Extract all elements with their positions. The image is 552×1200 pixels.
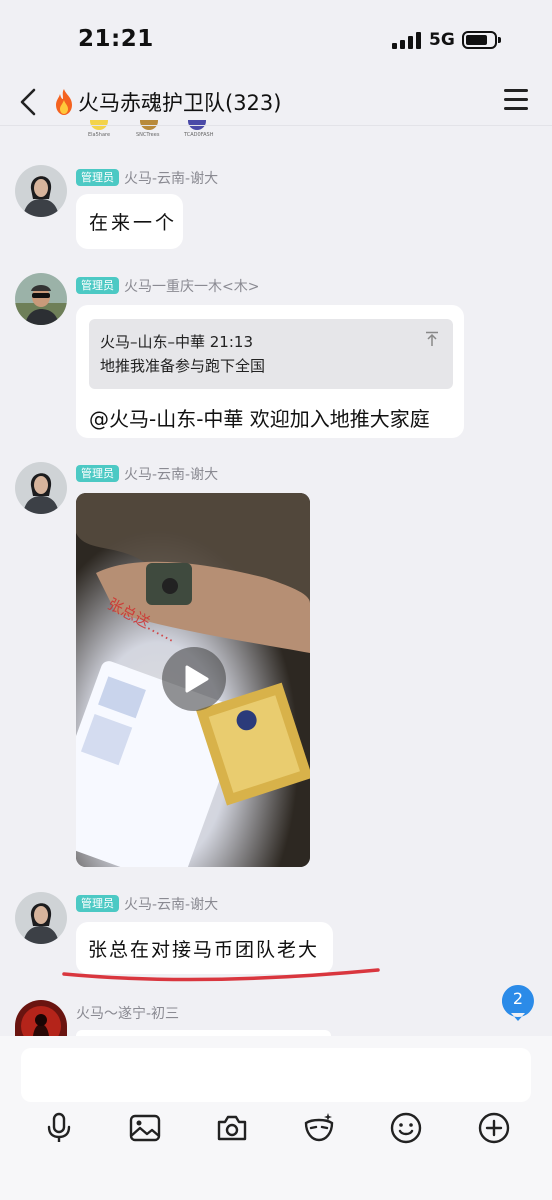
sender-name[interactable]: 火马-云南-谢大 [124,464,218,484]
avatar[interactable] [15,273,67,325]
message-input[interactable] [21,1048,531,1102]
message-bubble[interactable]: 火马–山东–中華 21:13 地推我准备参与跑下全国 @火马-山东-中華 欢迎加… [76,305,464,438]
admin-badge: 管理员 [76,169,119,186]
sender-name[interactable]: 火马-云南-谢大 [124,168,218,188]
quote-sender-time: 火马–山东–中華 21:13 [100,333,253,351]
back-arrow-icon[interactable] [14,84,44,120]
red-underline-annotation [62,968,380,982]
unread-count-badge[interactable]: 2 [501,985,534,1021]
video-message[interactable]: 张总送…… [76,493,310,867]
network-type: 5G [429,30,455,50]
jump-to-quote-icon[interactable] [425,331,439,347]
admin-badge: 管理员 [76,895,119,912]
play-icon [185,665,209,693]
play-button[interactable] [162,647,226,711]
sender-name[interactable]: 火马～遂宁-初三 [76,1003,179,1023]
admin-badge: 管理员 [76,277,119,294]
status-bar: 21:21 5G [0,0,552,80]
message-bubble[interactable]: 在来一个 [76,194,183,249]
message-text: 在来一个 [89,212,178,234]
sender-name[interactable]: 火马一重庆一木<木> [124,276,259,296]
message-text: @火马-山东-中華 欢迎加入地推大家庭 [89,407,430,431]
header-divider [0,125,552,126]
image-icon[interactable] [128,1111,162,1145]
group-name: 火马赤魂护卫队(323) [78,91,282,115]
group-title[interactable]: 火马赤魂护卫队(323) [52,84,281,120]
avatar[interactable] [15,892,67,944]
unread-count: 2 [512,989,524,1008]
camera-icon[interactable] [215,1111,249,1145]
avatar[interactable] [15,165,67,217]
magic-mask-icon[interactable] [302,1111,336,1145]
avatar[interactable] [15,1000,67,1036]
fire-icon [56,89,72,115]
avatar[interactable] [15,462,67,514]
composer-area [0,1036,552,1200]
quote-text: 地推我准备参与跑下全国 [100,357,266,375]
plus-icon[interactable] [477,1111,511,1145]
microphone-icon[interactable] [42,1111,76,1145]
status-time: 21:21 [78,26,154,52]
signal-icon [392,31,422,49]
emoji-icon[interactable] [389,1111,423,1145]
chat-header: 火马赤魂护卫队(323) [0,80,552,124]
menu-icon[interactable] [504,89,528,111]
message-text: 张总在对接马币团队老大 [88,939,320,961]
sender-name[interactable]: 火马-云南-谢大 [124,894,218,914]
battery-icon [462,31,501,49]
quoted-message[interactable]: 火马–山东–中華 21:13 地推我准备参与跑下全国 [89,319,453,389]
admin-badge: 管理员 [76,465,119,482]
